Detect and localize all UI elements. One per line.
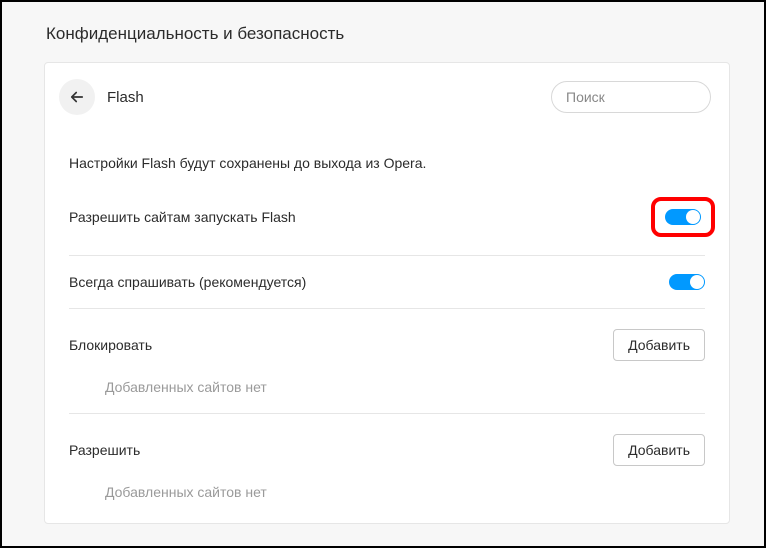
block-empty-text: Добавленных сайтов нет	[69, 367, 705, 413]
info-text: Настройки Flash будут сохранены до выход…	[69, 131, 705, 179]
always-ask-label: Всегда спрашивать (рекомендуется)	[69, 274, 306, 290]
allow-list-header: Разрешить Добавить	[69, 414, 705, 472]
allow-flash-label: Разрешить сайтам запускать Flash	[69, 209, 296, 225]
block-label: Блокировать	[69, 337, 152, 353]
block-list-header: Блокировать Добавить	[69, 309, 705, 367]
allow-label: Разрешить	[69, 442, 140, 458]
always-ask-toggle[interactable]	[669, 274, 705, 290]
settings-card: Flash Настройки Flash будут сохранены до…	[44, 62, 730, 524]
allow-add-button[interactable]: Добавить	[613, 434, 705, 466]
search-box[interactable]	[551, 81, 711, 113]
allow-empty-text: Добавленных сайтов нет	[69, 472, 705, 518]
card-title: Flash	[107, 89, 539, 106]
block-add-button[interactable]: Добавить	[613, 329, 705, 361]
page-title: Конфиденциальность и безопасность	[2, 2, 764, 62]
search-input[interactable]	[566, 89, 730, 105]
allow-flash-row: Разрешить сайтам запускать Flash	[69, 179, 705, 255]
arrow-left-icon	[68, 88, 86, 106]
allow-flash-toggle[interactable]	[665, 209, 701, 225]
back-button[interactable]	[59, 79, 95, 115]
highlight-ring	[651, 197, 715, 237]
always-ask-row: Всегда спрашивать (рекомендуется)	[69, 256, 705, 308]
